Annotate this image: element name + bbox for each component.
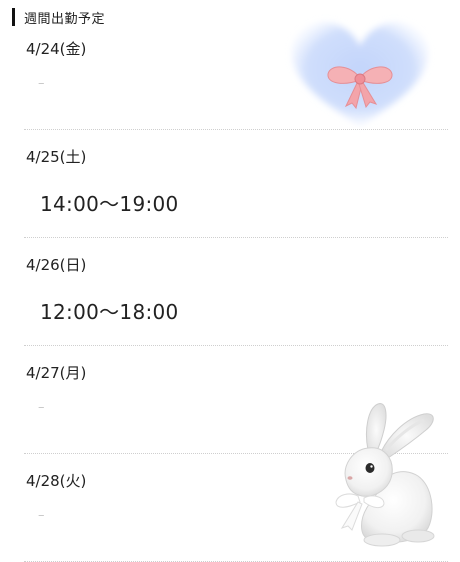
rabbit-icon	[335, 403, 435, 547]
schedule-row: 4/25(土) 14:00〜19:00	[24, 130, 448, 238]
schedule-date: 4/27(月)	[26, 364, 87, 382]
schedule-date: 4/26(日)	[26, 256, 87, 274]
schedule-time: 14:00〜19:00	[40, 192, 179, 216]
schedule-date: 4/28(火)	[26, 472, 87, 490]
schedule-time: 12:00〜18:00	[40, 300, 179, 324]
schedule-time: –	[38, 508, 45, 523]
schedule-time: –	[38, 76, 45, 91]
schedule-time: –	[38, 400, 45, 415]
schedule-row: 4/26(日) 12:00〜18:00	[24, 238, 448, 346]
schedule-row: 4/24(金) –	[24, 22, 448, 130]
schedule-date: 4/25(土)	[26, 148, 87, 166]
schedule-date: 4/24(金)	[26, 40, 87, 58]
